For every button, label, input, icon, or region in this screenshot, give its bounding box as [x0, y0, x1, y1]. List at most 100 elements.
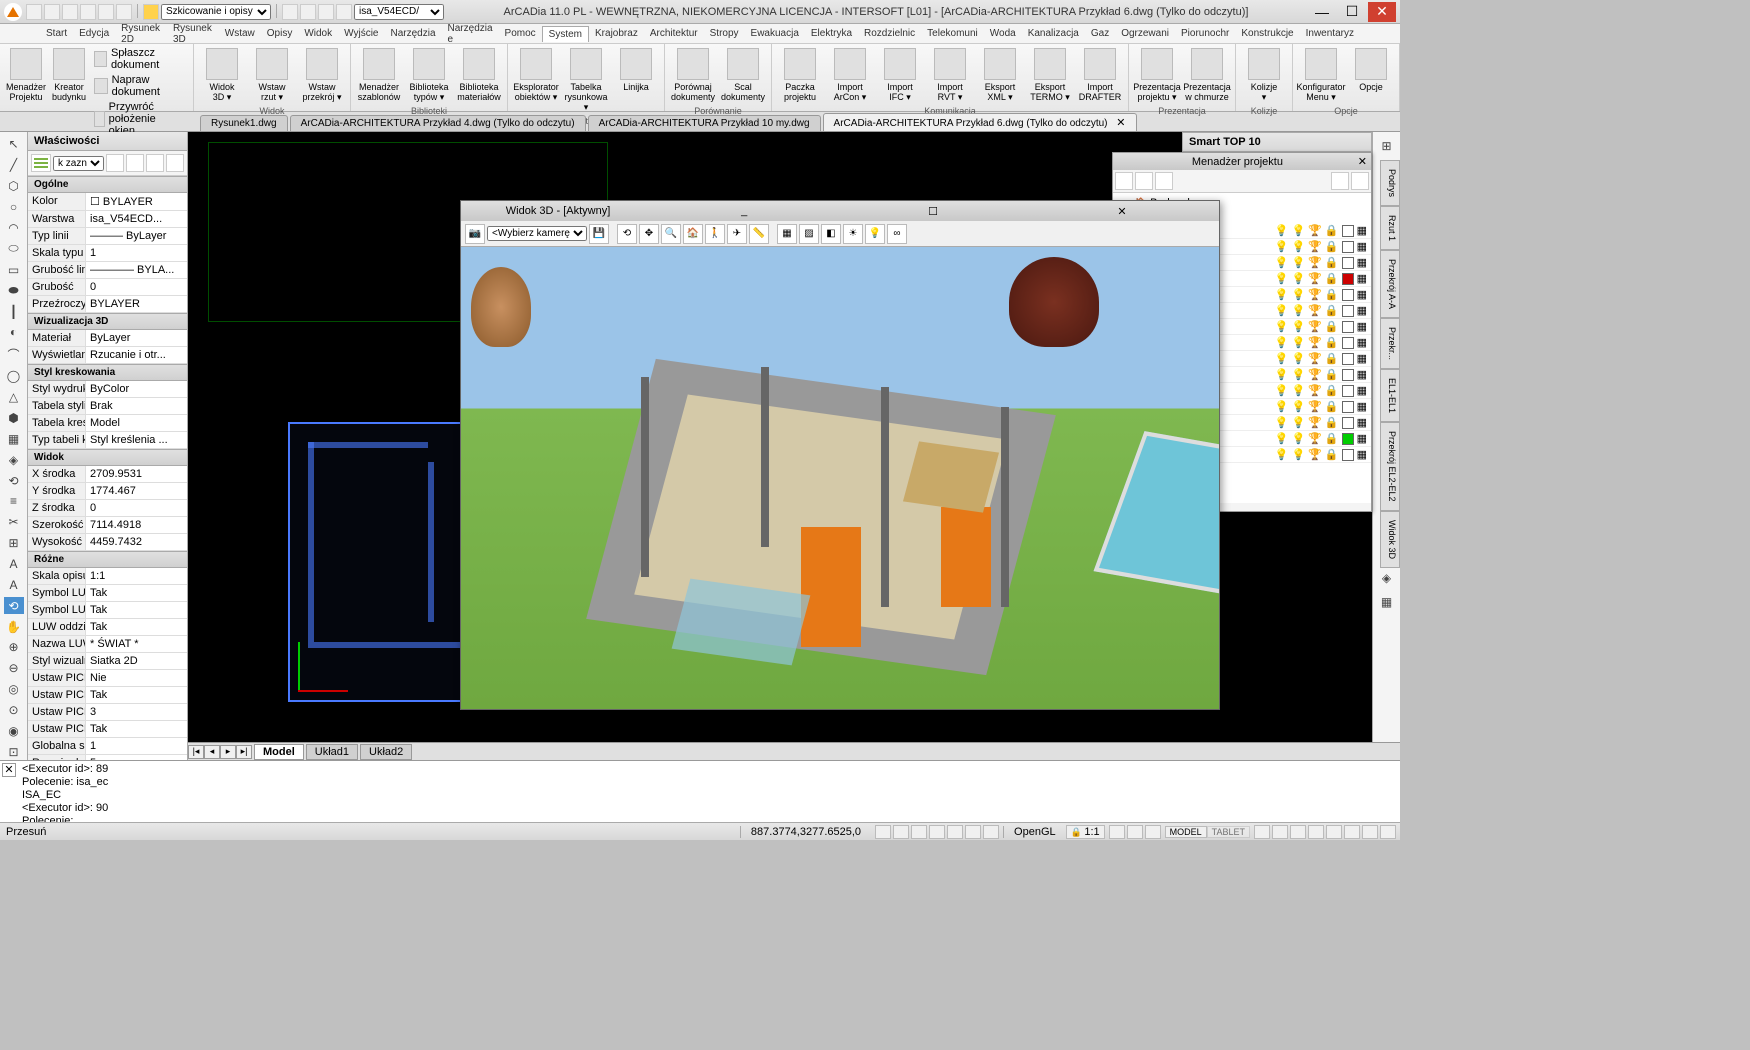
pm-close-icon[interactable]: ✕ — [1358, 155, 1367, 168]
selection-filter[interactable]: k zazn ∨ — [53, 156, 104, 171]
v3d-render1-icon[interactable]: ▦ — [777, 224, 797, 244]
ribbon-porównaj[interactable]: Porównajdokumenty — [669, 46, 717, 104]
doc-tab[interactable]: ArCADia-ARCHITEKTURA Przykład 6.dwg (Tyl… — [823, 113, 1137, 131]
layout-tab-układ2[interactable]: Układ2 — [360, 744, 412, 760]
left-tool-6-icon[interactable]: ▭ — [4, 261, 24, 278]
doc-tab[interactable]: Rysunek1.dwg — [200, 115, 288, 131]
sb3-icon[interactable] — [1145, 825, 1161, 839]
prop-row[interactable]: Typ tabeli kre...Styl kreślenia ... — [28, 432, 187, 449]
ribbon-wstaw[interactable]: Wstawprzekrój ▾ — [298, 46, 346, 104]
sb4-icon[interactable] — [1254, 825, 1270, 839]
left-tool-14-icon[interactable]: ▦ — [4, 430, 24, 447]
v3d-bulb-icon[interactable]: 💡 — [865, 224, 885, 244]
left-tool-1-icon[interactable]: ╱ — [4, 157, 24, 174]
ribbon-widok[interactable]: Widok3D ▾ — [198, 46, 246, 104]
ribbon-biblioteka[interactable]: Bibliotekatypów ▾ — [405, 46, 453, 104]
ribbon-konfigurator[interactable]: KonfiguratorMenu ▾ — [1297, 46, 1345, 104]
prop-row[interactable]: Grubość0 — [28, 279, 187, 296]
prop-row[interactable]: Nazwa LUW* ŚWIAT * — [28, 636, 187, 653]
sb10-icon[interactable] — [1362, 825, 1378, 839]
ribbon-spłaszcz-dokument[interactable]: Spłaszcz dokument — [90, 46, 189, 72]
ribbon-eksport[interactable]: EksportXML ▾ — [976, 46, 1024, 104]
v3d-camera-select[interactable]: <Wybierz kamerę> — [487, 226, 587, 241]
left-tool-5-icon[interactable]: ⬭ — [4, 240, 24, 257]
prop-section-header[interactable]: Widok — [28, 449, 187, 466]
v3d-camera-icon[interactable]: 📷 — [465, 224, 485, 244]
tab-krajobraz[interactable]: Krajobraz — [589, 26, 644, 41]
qat-print-icon[interactable] — [80, 4, 96, 20]
tab-telekomuni[interactable]: Telekomuni — [921, 26, 984, 41]
tab-kanalizacja[interactable]: Kanalizacja — [1022, 26, 1085, 41]
tablet-button[interactable]: TABLET — [1207, 826, 1250, 838]
v3d-save-icon[interactable]: 💾 — [589, 224, 609, 244]
prop-row[interactable]: Ustaw PICKA...Nie — [28, 670, 187, 687]
left-tool-7-icon[interactable]: ⬬ — [4, 282, 24, 299]
prop-row[interactable]: Grubość linii———— BYLA... — [28, 262, 187, 279]
ribbon-menadżer[interactable]: MenadżerProjektu — [4, 46, 48, 138]
prop-row[interactable]: Ustaw PICKB...Tak — [28, 687, 187, 704]
command-prompt[interactable]: Polecenie: — [22, 815, 1396, 822]
prop-row[interactable]: LUW oddziel...Tak — [28, 619, 187, 636]
ribbon-linijka[interactable]: Linijka — [612, 46, 660, 114]
v3d-measure-icon[interactable]: 📏 — [749, 224, 769, 244]
left-tool-16-icon[interactable]: ⟲ — [4, 472, 24, 489]
osnap-icon[interactable] — [947, 825, 963, 839]
ribbon-opcje[interactable]: Opcje — [1347, 46, 1395, 104]
ribbon-import[interactable]: ImportDRAFTER — [1076, 46, 1124, 104]
prop-row[interactable]: Przeźroczyst...BYLAYER — [28, 296, 187, 313]
right-tool-0-icon[interactable]: ⊞ — [1377, 136, 1397, 156]
tab-piorunochr[interactable]: Piorunochr — [1175, 26, 1235, 41]
left-tool-21-icon[interactable]: A — [4, 576, 24, 593]
tab-edycja[interactable]: Edycja — [73, 26, 115, 41]
ribbon-import[interactable]: ImportRVT ▾ — [926, 46, 974, 104]
tab-rysunek 2d[interactable]: Rysunek 2D — [115, 21, 167, 47]
layout-tab-model[interactable]: Model — [254, 744, 304, 760]
qat-sun-icon[interactable] — [282, 4, 298, 20]
tab-gaz[interactable]: Gaz — [1085, 26, 1115, 41]
prop-row[interactable]: Typ linii——— ByLayer — [28, 228, 187, 245]
prop-row[interactable]: Warstwaisa_V54ECD... — [28, 211, 187, 228]
v3d-pan-icon[interactable]: ✥ — [639, 224, 659, 244]
pm-tb1-icon[interactable] — [1115, 172, 1133, 190]
v3d-inf-icon[interactable]: ∞ — [887, 224, 907, 244]
scale-button[interactable]: 🔒 1:1 — [1066, 825, 1105, 839]
sb5-icon[interactable] — [1272, 825, 1288, 839]
lwt-icon[interactable] — [983, 825, 999, 839]
prop-row[interactable]: Z środka0 — [28, 500, 187, 517]
sb7-icon[interactable] — [1308, 825, 1324, 839]
left-tool-4-icon[interactable]: ◠ — [4, 219, 24, 236]
sb1-icon[interactable] — [1109, 825, 1125, 839]
prop-row[interactable]: Y środka1774.467 — [28, 483, 187, 500]
maximize-button[interactable]: ☐ — [1338, 2, 1366, 22]
layout-tab-układ1[interactable]: Układ1 — [306, 744, 358, 760]
prop-row[interactable]: MateriałByLayer — [28, 330, 187, 347]
prop-row[interactable]: Skala typu linii1 — [28, 245, 187, 262]
view3d-canvas[interactable] — [461, 247, 1219, 709]
tab-pomoc[interactable]: Pomoc — [499, 26, 542, 41]
otrack-icon[interactable] — [965, 825, 981, 839]
qat-undo-icon[interactable] — [98, 4, 114, 20]
tab-start[interactable]: Start — [40, 26, 73, 41]
left-tool-11-icon[interactable]: ◯ — [4, 368, 24, 385]
minimize-button[interactable]: — — [1308, 2, 1336, 22]
ribbon-import[interactable]: ImportArCon ▾ — [826, 46, 874, 104]
ribbon-tabelka[interactable]: Tabelkarysunkowa ▾ — [562, 46, 610, 114]
sb2-icon[interactable] — [1127, 825, 1143, 839]
qat-bulb-icon[interactable] — [300, 4, 316, 20]
prop-row[interactable]: Skala opisu1:1 — [28, 568, 187, 585]
prop-row[interactable]: Ustaw PICKB...3 — [28, 704, 187, 721]
grid-icon[interactable] — [893, 825, 909, 839]
left-tool-12-icon[interactable]: △ — [4, 389, 24, 406]
ribbon-import[interactable]: ImportIFC ▾ — [876, 46, 924, 104]
v3d-zoom-icon[interactable]: 🔍 — [661, 224, 681, 244]
tab-wstaw[interactable]: Wstaw — [219, 26, 261, 41]
prop-row[interactable]: Styl wizualnySiatka 2D — [28, 653, 187, 670]
qat-open-icon[interactable] — [44, 4, 60, 20]
sb9-icon[interactable] — [1344, 825, 1360, 839]
tab-ogrzewani[interactable]: Ogrzewani — [1115, 26, 1175, 41]
view3d-min-icon[interactable]: _ — [651, 205, 837, 217]
tab-konstrukcje[interactable]: Konstrukcje — [1235, 26, 1299, 41]
view3d-close-icon[interactable]: ✕ — [1029, 205, 1215, 218]
qat-redo-icon[interactable] — [116, 4, 132, 20]
prop-row[interactable]: Tabela styli k...Brak — [28, 398, 187, 415]
